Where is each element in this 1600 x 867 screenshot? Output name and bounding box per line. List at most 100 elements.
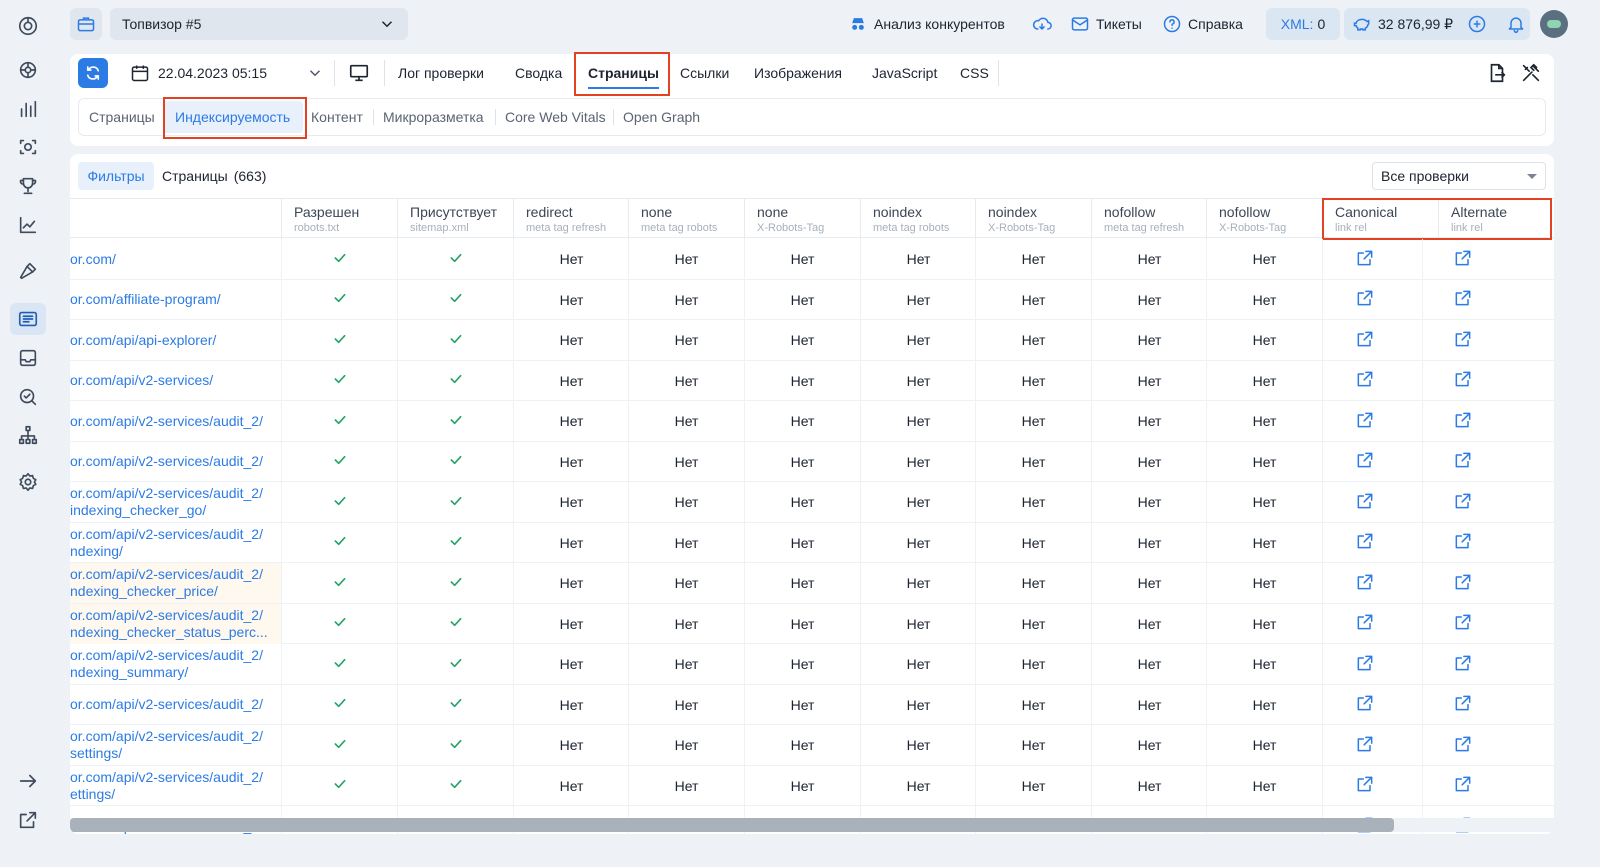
- external-link-icon[interactable]: [1453, 612, 1473, 635]
- chevron-down-icon[interactable]: [306, 64, 324, 82]
- subtab-content[interactable]: Контент: [311, 99, 363, 135]
- external-link-icon[interactable]: [1453, 450, 1473, 473]
- checks-select[interactable]: Все проверки: [1372, 162, 1546, 190]
- logo-icon[interactable]: [10, 10, 46, 42]
- column-header[interactable]: Разрешен robots.txt: [281, 199, 397, 239]
- external-link-icon[interactable]: [1453, 491, 1473, 514]
- page-url-link[interactable]: or.com/api/v2-services/: [70, 372, 270, 389]
- settings-icon[interactable]: [10, 466, 46, 498]
- external-link-icon[interactable]: [1453, 288, 1473, 311]
- column-header[interactable]: noindex X-Robots-Tag: [975, 199, 1091, 239]
- value-text: Нет: [1252, 534, 1277, 551]
- trend-chart-icon[interactable]: [10, 209, 46, 241]
- competitors-link[interactable]: Анализ конкурентов: [848, 8, 1005, 40]
- page-url-link[interactable]: or.com/api/v2-services/audit_2/ ndexing_…: [70, 607, 270, 641]
- inbox-icon[interactable]: [10, 342, 46, 374]
- external-link-icon[interactable]: [1355, 450, 1375, 473]
- check-icon: [332, 776, 348, 795]
- column-header[interactable]: none X-Robots-Tag: [744, 199, 860, 239]
- external-link-icon[interactable]: [1453, 329, 1473, 352]
- sitemap-icon[interactable]: [10, 419, 46, 451]
- bar-chart-icon[interactable]: [10, 93, 46, 125]
- subtab-pages[interactable]: Страницы: [89, 99, 155, 135]
- page-url-link[interactable]: or.com/api/v2-services/audit_2/ ndexing/: [70, 526, 270, 560]
- external-link-icon[interactable]: [1355, 248, 1375, 271]
- page-url-link[interactable]: or.com/: [70, 251, 270, 268]
- trophy-icon[interactable]: [10, 170, 46, 202]
- external-link-icon[interactable]: [1453, 693, 1473, 716]
- tab-css[interactable]: CSS: [960, 54, 989, 92]
- site-audit-icon[interactable]: [10, 303, 46, 335]
- notifications-button[interactable]: [1506, 8, 1526, 40]
- external-link-icon[interactable]: [1355, 734, 1375, 757]
- page-url-link[interactable]: or.com/api/v2-services/audit_2/: [70, 696, 270, 713]
- collapse-arrow-icon[interactable]: [10, 765, 46, 797]
- refresh-button[interactable]: [78, 58, 108, 88]
- page-url-link[interactable]: or.com/api/v2-services/audit_2/: [70, 413, 270, 430]
- external-link-icon[interactable]: [1355, 653, 1375, 676]
- column-header[interactable]: noindex meta tag robots: [860, 199, 976, 239]
- external-link-icon[interactable]: [1355, 329, 1375, 352]
- page-url-link[interactable]: or.com/api/v2-services/audit_2/: [70, 453, 270, 470]
- external-link-icon[interactable]: [1453, 734, 1473, 757]
- horizontal-scrollbar-thumb[interactable]: [70, 818, 1394, 832]
- tab-javascript[interactable]: JavaScript: [872, 54, 937, 92]
- hammer-icon[interactable]: [10, 255, 46, 287]
- column-subtitle: meta tag refresh: [1104, 222, 1185, 234]
- page-url-link[interactable]: or.com/api/api-explorer/: [70, 332, 270, 349]
- xml-balance-chip[interactable]: XML: 0: [1266, 8, 1340, 40]
- external-link-icon[interactable]: [1453, 774, 1473, 797]
- external-link-icon[interactable]: [1355, 410, 1375, 433]
- external-link-icon[interactable]: [1355, 612, 1375, 635]
- column-header[interactable]: nofollow X-Robots-Tag: [1206, 199, 1322, 239]
- page-url-link[interactable]: or.com/api/v2-services/audit_2/ settings…: [70, 728, 270, 762]
- external-link-icon[interactable]: [1355, 531, 1375, 554]
- column-header[interactable]: Присутствует sitemap.xml: [397, 199, 513, 239]
- briefcase-icon[interactable]: [70, 8, 102, 40]
- subtab-microdata[interactable]: Микроразметка: [383, 99, 484, 135]
- page-url-link[interactable]: or.com/affiliate-program/: [70, 291, 270, 308]
- external-link-icon[interactable]: [1453, 572, 1473, 595]
- external-link-icon[interactable]: [1355, 288, 1375, 311]
- column-header[interactable]: none meta tag robots: [628, 199, 744, 239]
- external-link-icon[interactable]: [1453, 410, 1473, 433]
- column-header[interactable]: nofollow meta tag refresh: [1091, 199, 1207, 239]
- date-select[interactable]: 22.04.2023 05:15: [130, 60, 326, 86]
- external-link-icon[interactable]: [1355, 774, 1375, 797]
- help-link[interactable]: Справка: [1162, 8, 1243, 40]
- tab-images[interactable]: Изображения: [754, 54, 842, 92]
- page-url-link[interactable]: or.com/api/v2-services/audit_2/ ettings/: [70, 769, 270, 803]
- camera-scan-icon[interactable]: [10, 131, 46, 163]
- column-header[interactable]: redirect meta tag refresh: [513, 199, 629, 239]
- cloud-sync-button[interactable]: [1032, 8, 1052, 40]
- subtab-open-graph[interactable]: Open Graph: [623, 99, 700, 135]
- page-url-link[interactable]: or.com/api/v2-services/audit_2/ ndexing_…: [70, 647, 270, 681]
- tab-summary[interactable]: Сводка: [515, 54, 562, 92]
- external-link-icon[interactable]: [1453, 369, 1473, 392]
- monitor-icon[interactable]: [348, 62, 370, 84]
- check-icon: [332, 695, 348, 714]
- avatar[interactable]: [1540, 10, 1568, 38]
- filters-button[interactable]: Фильтры: [78, 162, 154, 190]
- external-link-icon[interactable]: [1355, 572, 1375, 595]
- external-link-icon[interactable]: [1355, 491, 1375, 514]
- balance-chip[interactable]: 32 876,99 ₽: [1344, 8, 1530, 40]
- project-select[interactable]: Топвизор #5: [110, 8, 408, 40]
- external-link-icon[interactable]: [1355, 693, 1375, 716]
- external-link-icon[interactable]: [10, 804, 46, 836]
- external-link-icon[interactable]: [1453, 531, 1473, 554]
- external-link-icon[interactable]: [1355, 369, 1375, 392]
- tab-links[interactable]: Ссылки: [680, 54, 729, 92]
- external-link-icon[interactable]: [1453, 653, 1473, 676]
- ad-check-icon[interactable]: [10, 381, 46, 413]
- export-icon[interactable]: [1486, 62, 1508, 84]
- page-url-link[interactable]: or.com/api/v2-services/audit_2/ indexing…: [70, 485, 270, 519]
- subtab-core-web-vitals[interactable]: Core Web Vitals: [505, 99, 606, 135]
- page-url-link[interactable]: or.com/api/v2-services/audit_2/ ndexing_…: [70, 566, 270, 600]
- tools-icon[interactable]: [1520, 62, 1542, 84]
- tickets-link[interactable]: Тикеты: [1070, 8, 1142, 40]
- add-funds-icon[interactable]: [1467, 14, 1487, 34]
- external-link-icon[interactable]: [1453, 248, 1473, 271]
- dashboard-icon[interactable]: [10, 54, 46, 86]
- tab-log[interactable]: Лог проверки: [398, 54, 484, 92]
